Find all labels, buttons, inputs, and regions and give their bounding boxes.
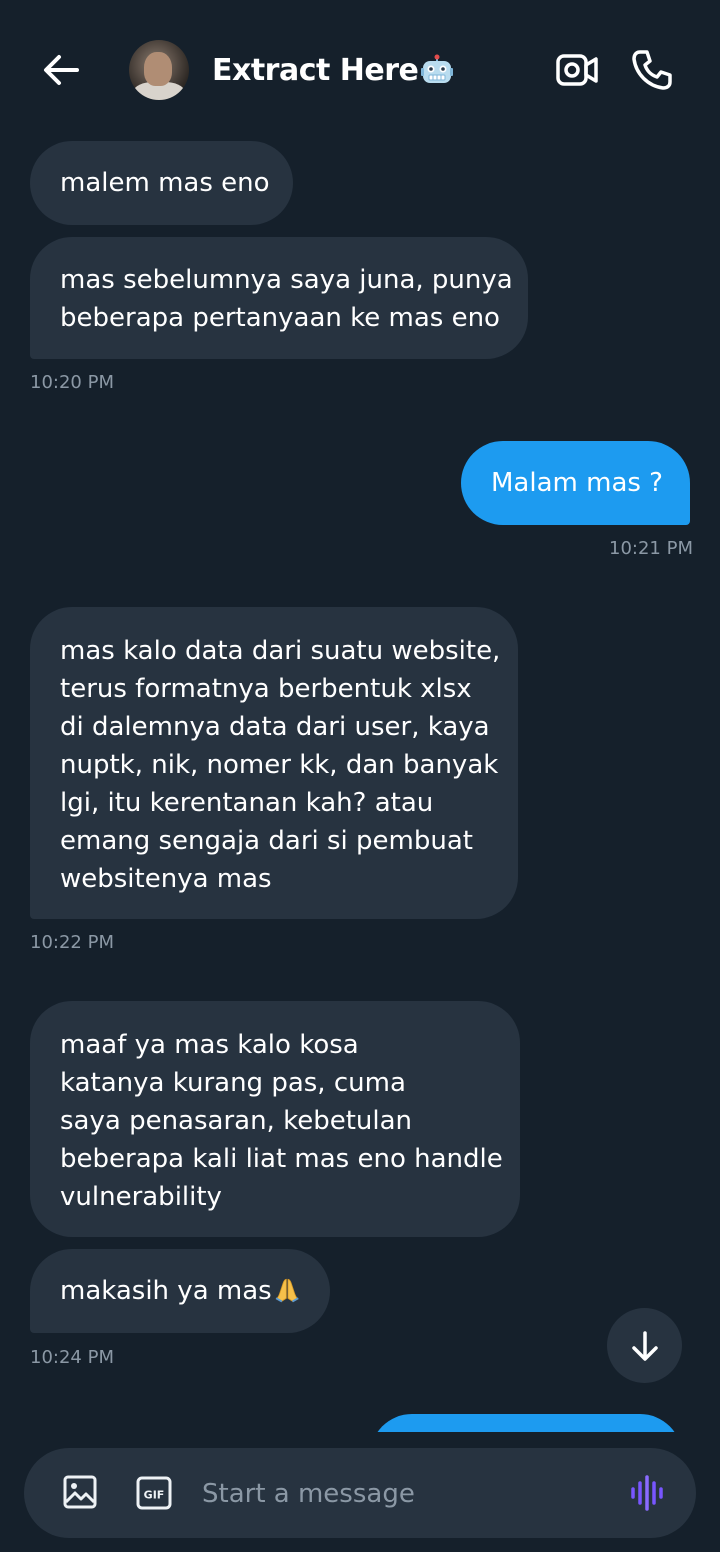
add-image-button[interactable] [62,1474,98,1510]
arrow-down-icon [631,1330,658,1361]
message-input[interactable] [200,1468,604,1520]
message-line: vulnerability [60,1182,222,1212]
gif-icon-text: GIF [144,1489,165,1502]
add-gif-button[interactable]: GIF [136,1475,172,1511]
video-call-icon [556,54,598,86]
gif-icon: GIF [136,1476,172,1510]
voice-message-button[interactable] [628,1474,668,1512]
incoming-message[interactable]: makasih ya mas [30,1249,330,1333]
conversation-title[interactable]: Extract Here [212,50,454,90]
message-line: Malam mas ? [491,468,663,498]
phone-icon [632,50,672,90]
message-line: makasih ya mas [60,1276,272,1306]
message-line: maaf ya mas kalo kosa [60,1030,359,1060]
conversation-header: Extract Here [0,0,720,140]
robot-emoji-icon [421,54,454,83]
scroll-to-bottom-button[interactable] [607,1308,682,1383]
message-line: websitenya mas [60,864,272,894]
incoming-message[interactable]: mas kalo data dari suatu website, terus … [30,607,518,919]
message-timestamp: 10:20 PM [30,372,114,393]
folded-hands-emoji-icon [275,1278,299,1303]
avatar[interactable] [129,40,189,100]
back-arrow-icon [44,55,79,85]
message-line: emang sengaja dari si pembuat [60,826,473,856]
message-line: mas sebelumnya saya juna, punya [60,265,513,295]
message-composer: GIF [24,1448,696,1538]
message-line: saya penasaran, kebetulan [60,1106,413,1136]
video-call-button[interactable] [554,50,600,90]
avatar-face [144,52,172,86]
conversation-title-text: Extract Here [212,52,419,88]
incoming-message[interactable]: mas sebelumnya saya juna, punya beberapa… [30,237,528,359]
incoming-message[interactable]: malem mas eno [30,141,293,225]
message-line: lgi, itu kerentanan kah? atau [60,788,434,818]
incoming-message[interactable]: maaf ya mas kalo kosa katanya kurang pas… [30,1001,520,1237]
message-timestamp: 10:22 PM [30,932,114,953]
message-line: beberapa pertanyaan ke mas eno [60,303,500,333]
message-line: beberapa kali liat mas eno handle [60,1144,503,1174]
message-timestamp: 10:24 PM [30,1347,114,1368]
outgoing-message[interactable]: Malam mas ? [461,441,690,525]
message-line: katanya kurang pas, cuma [60,1068,406,1098]
voice-waveform-icon [631,1475,663,1511]
message-line: nuptk, nik, nomer kk, dan banyak [60,750,499,780]
back-button[interactable] [38,48,84,92]
message-line: terus formatnya berbentuk xlsx [60,674,472,704]
message-line: di dalemnya data dari user, kaya [60,712,490,742]
message-line: mas kalo data dari suatu website, [60,636,501,666]
message-timestamp: 10:21 PM [609,538,693,559]
image-icon [63,1475,97,1509]
message-line: malem mas eno [60,168,270,198]
phone-call-button[interactable] [630,48,674,92]
